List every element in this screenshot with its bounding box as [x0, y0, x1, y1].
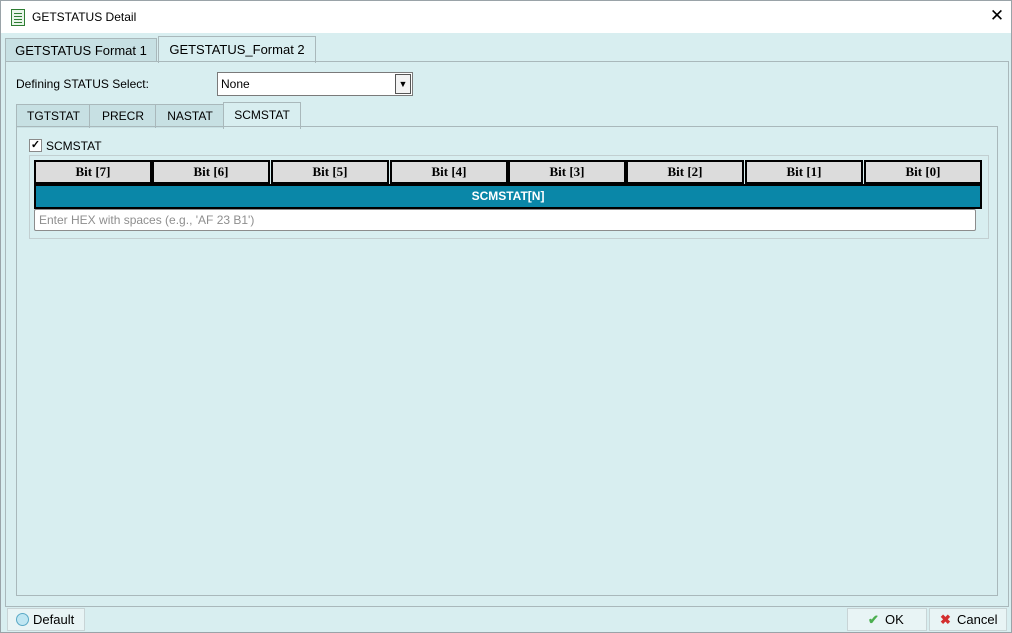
- bit-0-header: Bit [0]: [864, 160, 982, 184]
- tab-scmstat[interactable]: SCMSTAT: [223, 102, 301, 129]
- scmstat-panel: ✓ SCMSTAT Bit [7] Bit [6] Bit [5] Bit [4…: [16, 126, 998, 596]
- defining-status-label: Defining STATUS Select:: [16, 77, 149, 91]
- window-title: GETSTATUS Detail: [32, 10, 137, 24]
- hex-input[interactable]: [34, 209, 976, 231]
- tab-nastat[interactable]: NASTAT: [155, 104, 225, 128]
- default-button[interactable]: Default: [7, 608, 85, 631]
- bit-6-header: Bit [6]: [152, 160, 270, 184]
- tab-tgtstat[interactable]: TGTSTAT: [16, 104, 91, 128]
- default-label: Default: [33, 612, 75, 627]
- bit-5-header: Bit [5]: [271, 160, 389, 184]
- tab-label: NASTAT: [167, 109, 213, 123]
- title-bar: GETSTATUS Detail ✕: [1, 1, 1011, 33]
- format-2-panel: Defining STATUS Select: None ▼ TGTSTAT P…: [5, 61, 1009, 607]
- close-icon[interactable]: ✕: [988, 6, 1006, 26]
- scmstat-n-field: SCMSTAT[N]: [34, 184, 982, 209]
- bit-4-header: Bit [4]: [390, 160, 508, 184]
- tab-label: GETSTATUS_Format 2: [169, 42, 305, 57]
- getstatus-detail-window: GETSTATUS Detail ✕ GETSTATUS Format 1 GE…: [0, 0, 1012, 633]
- format-tabs: GETSTATUS Format 1 GETSTATUS_Format 2: [1, 33, 1011, 63]
- bit-field-group: Bit [7] Bit [6] Bit [5] Bit [4] Bit [3] …: [29, 155, 989, 239]
- ok-button[interactable]: ✔ OK: [847, 608, 927, 631]
- tab-label: PRECR: [101, 109, 144, 123]
- defining-status-select[interactable]: None ▼: [217, 72, 413, 96]
- checkmark-icon: ✔: [868, 612, 879, 627]
- document-list-icon: [11, 9, 25, 26]
- chevron-down-icon[interactable]: ▼: [395, 74, 411, 94]
- x-mark-icon: ✖: [940, 612, 951, 627]
- cancel-button[interactable]: ✖ Cancel: [929, 608, 1007, 631]
- select-value: None: [221, 77, 250, 91]
- tab-label: TGTSTAT: [27, 109, 80, 123]
- tab-label: GETSTATUS Format 1: [15, 43, 147, 58]
- cancel-label: Cancel: [957, 612, 998, 627]
- scmstat-checkbox[interactable]: ✓: [29, 139, 42, 152]
- bit-7-header: Bit [7]: [34, 160, 152, 184]
- tab-precr[interactable]: PRECR: [89, 104, 157, 128]
- ok-label: OK: [885, 612, 904, 627]
- bit-2-header: Bit [2]: [626, 160, 744, 184]
- tab-label: SCMSTAT: [234, 108, 290, 122]
- status-tabs: TGTSTAT PRECR NASTAT SCMSTAT: [16, 102, 1006, 129]
- tab-getstatus-format-2[interactable]: GETSTATUS_Format 2: [158, 36, 316, 63]
- bit-1-header: Bit [1]: [745, 160, 863, 184]
- tab-getstatus-format-1[interactable]: GETSTATUS Format 1: [5, 38, 157, 62]
- bit-3-header: Bit [3]: [508, 160, 626, 184]
- radio-icon: [16, 613, 29, 626]
- scmstat-checkbox-label: SCMSTAT: [46, 139, 102, 153]
